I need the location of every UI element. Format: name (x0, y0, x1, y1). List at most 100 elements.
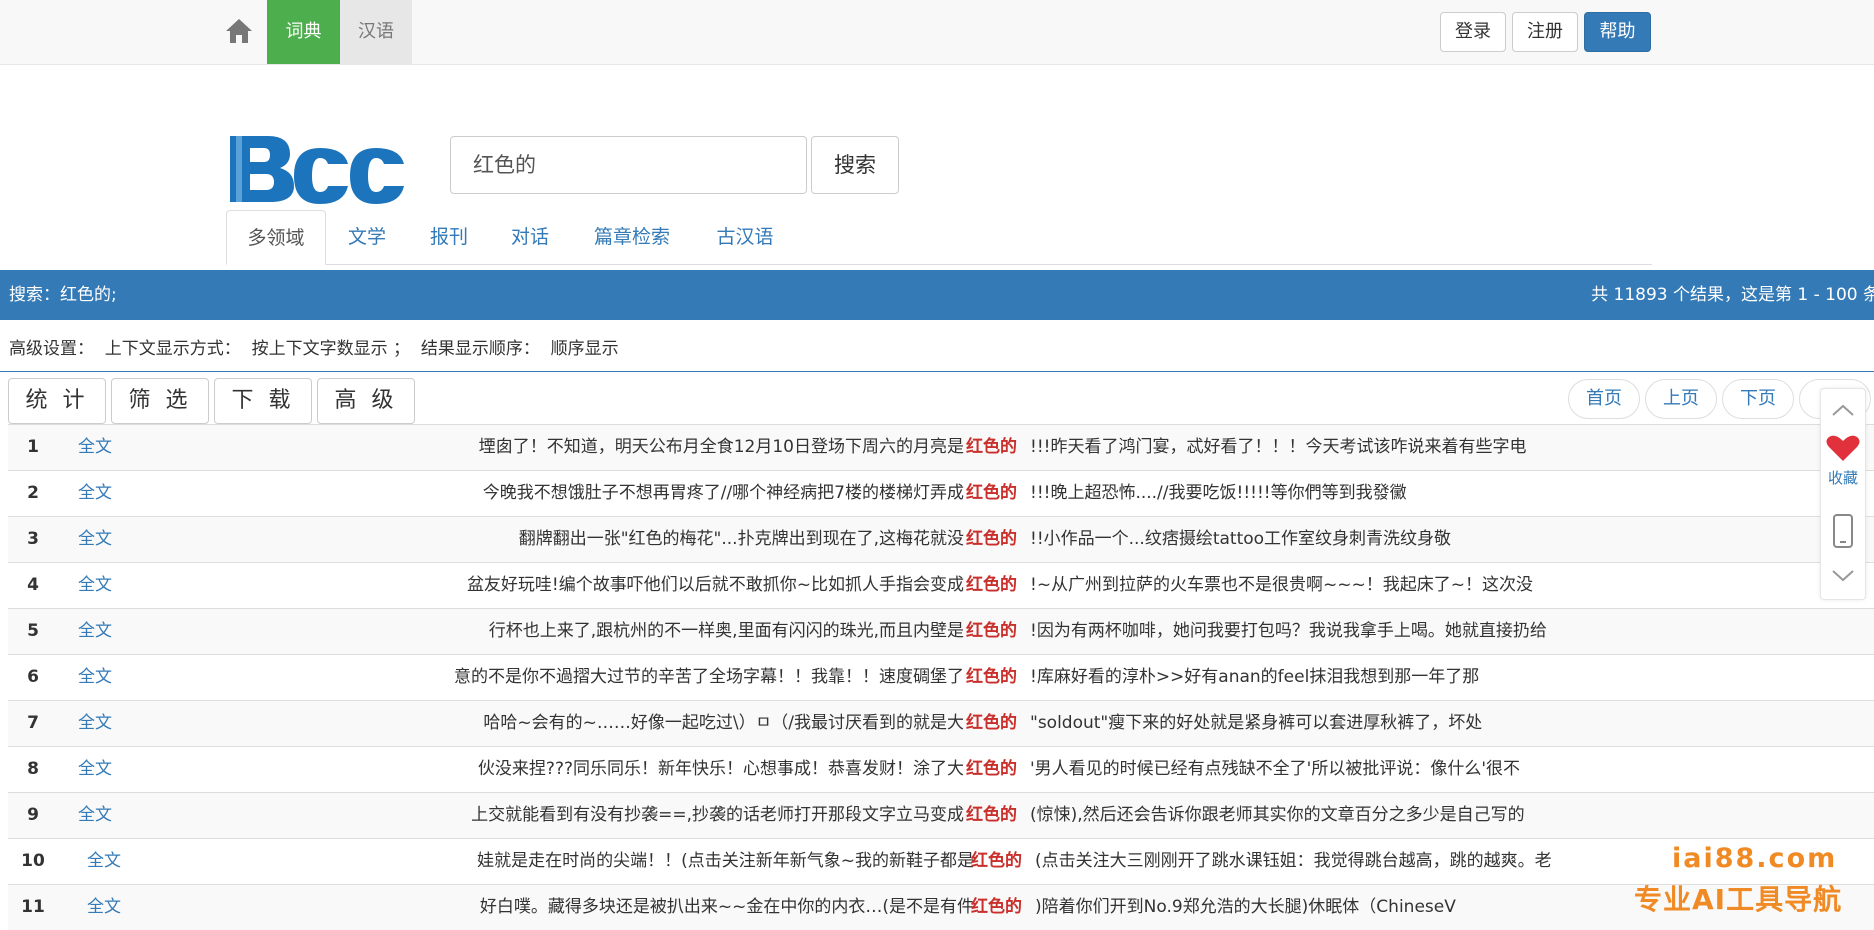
bcc-logo (228, 130, 408, 206)
full-text-link[interactable]: 全文 (78, 655, 112, 700)
full-text-link[interactable]: 全文 (87, 839, 121, 884)
left-context: 翻牌翻出一张"红色的梅花"...扑克牌出到现在了,这梅花就没 (518, 529, 964, 549)
download-button[interactable]: 下 载 (214, 378, 312, 424)
right-context: !因为有两杯咖啡，她问我要打包吗？我说我拿手上喝。她就直接扔给 (1030, 621, 1547, 641)
right-context: '男人看见的时候已经有点残缺不全了'所以被批评说：像什么'很不 (1030, 759, 1521, 779)
watermark-slogan: 专业AI工具导航 (1634, 883, 1843, 916)
full-text-link[interactable]: 全文 (78, 747, 112, 792)
left-context: 上交就能看到有没有抄袭==,抄袭的话老师打开那段文字立马变成 (471, 805, 964, 825)
full-text-link[interactable]: 全文 (78, 425, 112, 470)
full-text-link[interactable]: 全文 (78, 609, 112, 654)
top-navbar: 词典 汉语 登录 注册 帮助 (0, 0, 1874, 65)
full-text-link[interactable]: 全文 (78, 793, 112, 838)
row-number: 1 (27, 437, 39, 457)
left-context: 意的不是你不過摺大过节的辛苦了全场字幕！！我靠！！速度碉堡了 (454, 667, 964, 687)
table-row: 11 全文 好白噗。藏得多块还是被扒出来~~金在中你的内衣…(是不是有件 红色的… (8, 884, 1874, 930)
full-text-link[interactable]: 全文 (78, 517, 112, 562)
tab-literature[interactable]: 文学 (326, 210, 408, 264)
keyword-highlight: 红色的 (966, 437, 1017, 457)
row-number: 10 (21, 851, 45, 871)
row-number: 2 (27, 483, 39, 503)
chevron-down-icon[interactable] (1821, 561, 1865, 595)
row-number: 9 (27, 805, 39, 825)
row-number: 8 (27, 759, 39, 779)
table-row: 3 全文 翻牌翻出一张"红色的梅花"...扑克牌出到现在了,这梅花就没 红色的 … (8, 516, 1874, 562)
search-input[interactable]: 红色的 (450, 136, 807, 194)
left-context: 盆友好玩哇!编个故事吓他们以后就不敢抓你~比如抓人手指会变成 (466, 575, 964, 595)
keyword-highlight: 红色的 (966, 483, 1017, 503)
table-row: 9 全文 上交就能看到有没有抄袭==,抄袭的话老师打开那段文字立马变成 红色的 … (8, 792, 1874, 838)
full-text-link[interactable]: 全文 (78, 563, 112, 608)
full-text-link[interactable]: 全文 (78, 701, 112, 746)
search-query-label: 搜索：红色的; (9, 285, 117, 305)
domain-tabs: 多领域 文学 报刊 对话 篇章检索 古汉语 (226, 210, 1652, 265)
row-number: 5 (27, 621, 39, 641)
row-number: 7 (27, 713, 39, 733)
row-number: 4 (27, 575, 39, 595)
table-row: 7 全文 哈哈~会有的~……好像一起吃过\）ㅁ（/我最讨厌看到的就是大 红色的 … (8, 700, 1874, 746)
favorite-label: 收藏 (1827, 469, 1858, 487)
right-context: !!小作品一个...纹痞摄绘tattoo工作室纹身刺青洗纹身敬 (1030, 529, 1452, 549)
keyword-highlight: 红色的 (966, 713, 1017, 733)
left-context: 好白噗。藏得多块还是被扒出来~~金在中你的内衣…(是不是有件 (479, 897, 974, 917)
table-row: 8 全文 伙没来捏???同乐同乐！新年快乐！心想事成！恭喜发财！涂了大 红色的 … (8, 746, 1874, 792)
tab-classical-chinese[interactable]: 古汉语 (694, 210, 796, 264)
right-context: (惊悚),然后还会告诉你跟老师其实你的文章百分之多少是自己写的 (1030, 805, 1525, 825)
row-number: 11 (21, 897, 45, 917)
tab-dialogue[interactable]: 对话 (490, 210, 570, 264)
left-context: 行杯也上来了,跟杭州的不一样奥,里面有闪闪的珠光,而且内壁是 (488, 621, 964, 641)
right-context: !~从广州到拉萨的火车票也不是很贵啊~~~！我起床了~！这次没 (1030, 575, 1534, 595)
advanced-settings-text: 高级设置： 上下文显示方式： 按上下文字数显示 ； 结果显示顺序： 顺序显示 (9, 339, 619, 359)
home-icon[interactable] (222, 14, 256, 48)
divider (0, 371, 1874, 372)
help-button[interactable]: 帮助 (1584, 12, 1651, 52)
left-context: 堙囱了！不知道，明天公布月全食12月10日登场下周六的月亮是 (478, 437, 964, 457)
tab-newspaper[interactable]: 报刊 (408, 210, 490, 264)
keyword-highlight: 红色的 (966, 759, 1017, 779)
results-table: 1 全文 堙囱了！不知道，明天公布月全食12月10日登场下周六的月亮是 红色的 … (8, 424, 1874, 930)
left-context: 哈哈~会有的~……好像一起吃过\）ㅁ（/我最讨厌看到的就是大 (483, 713, 964, 733)
full-text-link[interactable]: 全文 (87, 885, 121, 930)
tab-multi-domain[interactable]: 多领域 (226, 210, 326, 265)
next-page-button[interactable]: 下页 (1722, 379, 1794, 419)
advanced-button[interactable]: 高 级 (317, 378, 415, 424)
keyword-highlight: 红色的 (966, 667, 1017, 687)
table-row: 2 全文 今晚我不想饿肚子不想再胃疼了//哪个神经病把7楼的楼梯灯弄成 红色的 … (8, 470, 1874, 516)
right-context: !库麻好看的淳朴>>好有anan的feel抹泪我想到那一年了那 (1030, 667, 1480, 687)
table-row: 6 全文 意的不是你不過摺大过节的辛苦了全场字幕！！我靠！！速度碉堡了 红色的 … (8, 654, 1874, 700)
table-row: 10 全文 娃就是走在时尚的尖端！！(点击关注新年新气象~我的新鞋子都是 红色的… (8, 838, 1874, 884)
nav-tab-cidian[interactable]: 词典 (267, 0, 340, 64)
filter-button[interactable]: 筛 选 (111, 378, 209, 424)
chevron-up-icon[interactable] (1821, 395, 1865, 429)
heart-icon (1826, 435, 1860, 461)
result-summary-bar: 搜索：红色的; 共 11893 个结果，这是第 1 - 100 条 (0, 270, 1874, 320)
right-context: )陪着你们开到No.9郑允浩的大长腿)休眠体（ChineseV (1035, 897, 1456, 917)
right-context: !!!昨天看了鸿门宴，忒好看了！！！今天考试该咋说来着有些字电 (1030, 437, 1527, 457)
statistics-button[interactable]: 统 计 (8, 378, 106, 424)
mobile-icon[interactable] (1821, 513, 1865, 553)
floating-side-panel: 收藏 (1820, 388, 1866, 600)
search-button[interactable]: 搜索 (811, 136, 899, 194)
keyword-highlight: 红色的 (971, 897, 1022, 917)
tab-discourse-search[interactable]: 篇章检索 (570, 210, 694, 264)
table-row: 5 全文 行杯也上来了,跟杭州的不一样奥,里面有闪闪的珠光,而且内壁是 红色的 … (8, 608, 1874, 654)
prev-page-button[interactable]: 上页 (1645, 379, 1717, 419)
login-button[interactable]: 登录 (1440, 12, 1506, 52)
keyword-highlight: 红色的 (971, 851, 1022, 871)
watermark-url: iai88.com (1672, 843, 1838, 874)
keyword-highlight: 红色的 (966, 621, 1017, 641)
first-page-button[interactable]: 首页 (1568, 379, 1640, 419)
keyword-highlight: 红色的 (966, 575, 1017, 595)
full-text-link[interactable]: 全文 (78, 471, 112, 516)
keyword-highlight: 红色的 (966, 529, 1017, 549)
right-context: !!!晚上超恐怖....//我要吃饭!!!!!等你們等到我發黴 (1030, 483, 1407, 503)
nav-tab-hanyu[interactable]: 汉语 (340, 0, 412, 64)
row-number: 6 (27, 667, 39, 687)
left-context: 伙没来捏???同乐同乐！新年快乐！心想事成！恭喜发财！涂了大 (477, 759, 964, 779)
register-button[interactable]: 注册 (1512, 12, 1578, 52)
table-row: 4 全文 盆友好玩哇!编个故事吓他们以后就不敢抓你~比如抓人手指会变成 红色的 … (8, 562, 1874, 608)
left-context: 娃就是走在时尚的尖端！！(点击关注新年新气象~我的新鞋子都是 (477, 851, 974, 871)
result-count: 共 11893 个结果，这是第 1 - 100 条 (1591, 285, 1874, 305)
right-context: (点击关注大三刚刚开了跳水课钰姐：我觉得跳台越高，跳的越爽。老 (1035, 851, 1552, 871)
favorite-button[interactable]: 收藏 (1821, 433, 1865, 488)
